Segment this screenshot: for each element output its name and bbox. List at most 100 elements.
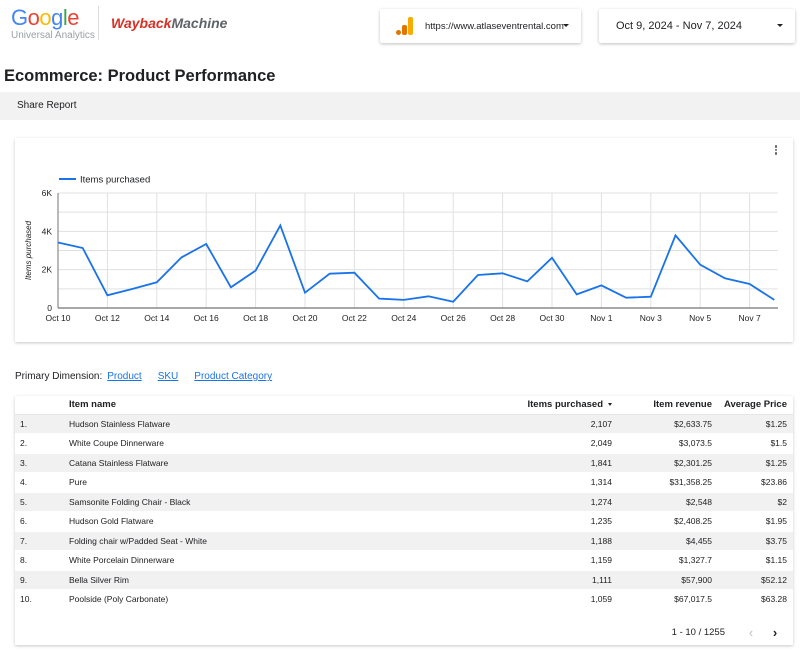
pagination-range: 1 - 10 / 1255 — [671, 626, 725, 638]
table-row[interactable]: 7. Folding chair w/Padded Seat - White 1,1… — [15, 530, 793, 551]
average-price-cell: $1.15 — [717, 550, 793, 571]
property-selector[interactable]: https://www.atlaseventrental.com — [380, 9, 581, 43]
x-tick-label: Nov 3 — [640, 313, 662, 323]
x-tick-label: Nov 1 — [590, 313, 612, 323]
item-name-cell: Hudson Stainless Flatware — [65, 413, 495, 434]
average-price-cell: $63.28 — [717, 589, 793, 610]
item-revenue-cell: $2,633.75 — [628, 413, 717, 434]
item-revenue-cell: $2,408.25 — [628, 511, 717, 532]
item-name-cell: White Porcelain Dinnerware — [65, 550, 495, 571]
table-row[interactable]: 6. Hudson Gold Flatware 1,235 $2,408.25 $1.9… — [15, 511, 793, 532]
item-name-cell: Folding chair w/Padded Seat - White — [65, 530, 495, 551]
item-revenue-cell: $31,358.25 — [628, 472, 717, 493]
dropdown-caret-icon — [563, 24, 569, 27]
item-revenue-cell: $3,073.5 — [628, 433, 717, 454]
items-purchased-cell: 2,049 — [495, 433, 628, 454]
item-name-cell: Poolside (Poly Carbonate) — [65, 589, 495, 610]
average-price-cell: $1.25 — [717, 452, 793, 473]
item-name-cell: Bella Silver Rim — [65, 569, 495, 590]
column-header-item-revenue[interactable]: Item revenue — [628, 396, 717, 414]
table-row[interactable]: 5. Samsonite Folding Chair - Black 1,274 $2… — [15, 491, 793, 512]
dropdown-caret-icon — [777, 24, 783, 27]
table-row[interactable]: 3. Catana Stainless Flatware 1,841 $2,301.2… — [15, 452, 793, 473]
row-index: 2. — [15, 433, 65, 454]
logo-letter: e — [67, 5, 80, 30]
data-point — [180, 255, 184, 259]
table-row[interactable]: 8. White Porcelain Dinnerware 1,159 $1,327.… — [15, 550, 793, 571]
primary-dimension-label: Primary Dimension: — [15, 371, 103, 382]
x-tick-label: Oct 20 — [292, 313, 317, 323]
data-point — [476, 273, 480, 277]
row-index: 4. — [15, 472, 65, 493]
table-row[interactable]: 2. White Coupe Dinnerware 2,049 $3,073.5 $1.… — [15, 433, 793, 454]
analytics-label: Universal Analytics — [11, 30, 95, 41]
item-revenue-cell: $57,900 — [628, 569, 717, 590]
share-report-button[interactable]: Share Report — [17, 100, 76, 111]
table-row[interactable]: 9. Bella Silver Rim 1,111 $57,900 $52.12 — [15, 569, 793, 590]
item-revenue-cell: $4,455 — [628, 530, 717, 551]
row-index: 8. — [15, 550, 65, 571]
items-purchased-cell: 1,314 — [495, 472, 628, 493]
data-point — [427, 294, 431, 298]
data-point — [278, 223, 282, 227]
page-title: Ecommerce: Product Performance — [4, 67, 276, 85]
row-index: 7. — [15, 530, 65, 551]
average-price-cell: $1.95 — [717, 511, 793, 532]
dimension-link-sku[interactable]: SKU — [158, 371, 179, 382]
x-tick-label: Oct 26 — [441, 313, 466, 323]
row-index: 9. — [15, 569, 65, 590]
report-toolbar: Share Report — [0, 92, 800, 120]
items-purchased-cell: 1,159 — [495, 550, 628, 571]
average-price-cell: $1.25 — [717, 413, 793, 434]
data-point — [748, 282, 752, 286]
table-row[interactable]: 4. Pure 1,314 $31,358.25 $23.86 — [15, 472, 793, 493]
x-tick-label: Nov 5 — [689, 313, 711, 323]
average-price-cell: $2 — [717, 491, 793, 512]
dimension-link-product-category[interactable]: Product Category — [194, 371, 272, 382]
x-tick-label: Oct 14 — [144, 313, 169, 323]
average-price-cell: $23.86 — [717, 472, 793, 493]
column-header-average-price[interactable]: Average Price — [717, 396, 793, 414]
data-point — [254, 269, 258, 273]
x-tick-label: Oct 16 — [194, 313, 219, 323]
items-purchased-cell: 2,107 — [495, 413, 628, 434]
table-row[interactable]: 10. Poolside (Poly Carbonate) 1,059 $67,017… — [15, 589, 793, 610]
data-point — [377, 297, 381, 301]
row-index: 10. — [15, 589, 65, 610]
average-price-cell: $3.75 — [717, 530, 793, 551]
x-tick-label: Oct 22 — [342, 313, 367, 323]
chevron-left-icon[interactable]: ‹ — [743, 624, 759, 640]
legend-label: Items purchased — [80, 175, 150, 186]
chevron-right-icon[interactable]: › — [767, 624, 783, 640]
y-tick-label: 0 — [47, 303, 52, 313]
date-range-value: Oct 9, 2024 - Nov 7, 2024 — [616, 20, 742, 32]
date-range-selector[interactable]: Oct 9, 2024 - Nov 7, 2024 — [599, 9, 795, 43]
logo-letter: o — [39, 5, 52, 30]
data-point — [550, 256, 554, 260]
items-purchased-cell: 1,111 — [495, 569, 628, 590]
product-table-card: Item name Items purchased Item revenue A… — [15, 396, 793, 645]
item-name-cell: Pure — [65, 472, 495, 493]
primary-dimension-selector: Primary Dimension: Product SKU Product C… — [15, 371, 288, 382]
logo-letter: G — [11, 5, 28, 30]
data-point — [624, 296, 628, 300]
items-purchased-cell: 1,059 — [495, 589, 628, 610]
x-tick-label: Oct 18 — [243, 313, 268, 323]
product-performance-table: Item name Items purchased Item revenue A… — [15, 396, 793, 610]
x-tick-label: Oct 10 — [45, 313, 70, 323]
data-point — [649, 295, 653, 299]
item-revenue-cell: $1,327.7 — [628, 550, 717, 571]
dimension-link-product[interactable]: Product — [107, 371, 141, 382]
column-header-item-name[interactable]: Item name — [65, 396, 495, 414]
x-tick-label: Oct 30 — [539, 313, 564, 323]
data-point — [674, 233, 678, 237]
top-bar: Google Universal Analytics WaybackMachin… — [0, 0, 800, 52]
table-row[interactable]: 1. Hudson Stainless Flatware 2,107 $2,633.7… — [15, 413, 793, 434]
item-name-cell: White Coupe Dinnerware — [65, 433, 495, 454]
data-point — [130, 287, 134, 291]
google-analytics-icon — [396, 17, 416, 35]
wayback-logo-part2: Machine — [171, 15, 228, 31]
average-price-cell: $52.12 — [717, 569, 793, 590]
item-name-cell: Catana Stainless Flatware — [65, 452, 495, 473]
column-header-items-purchased[interactable]: Items purchased — [495, 396, 628, 414]
